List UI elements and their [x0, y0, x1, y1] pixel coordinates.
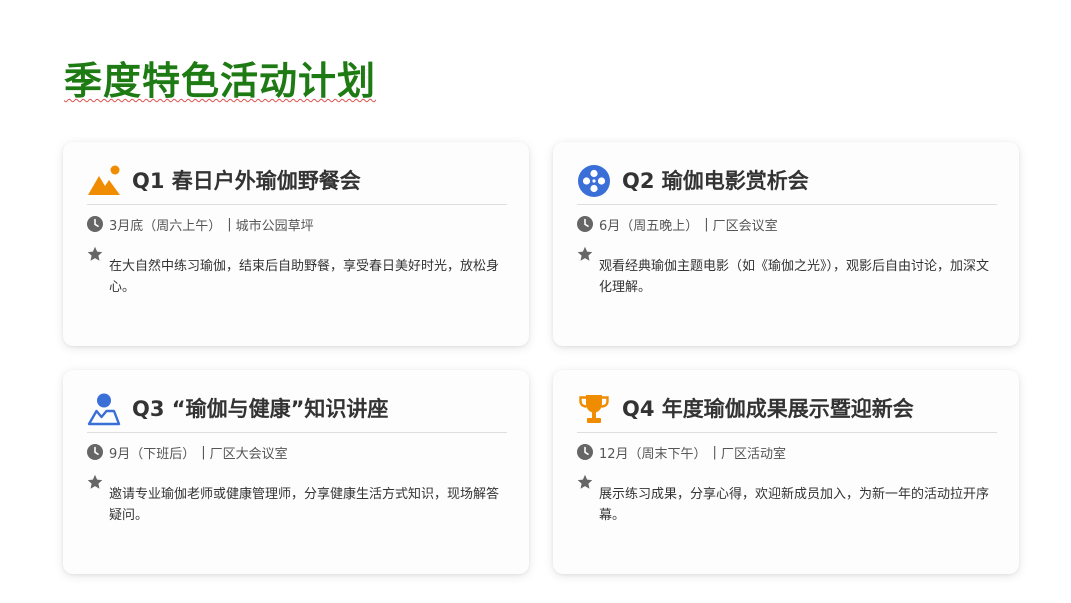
- meta-separator: |: [201, 444, 206, 460]
- film-reel-icon: [577, 164, 611, 198]
- clock-icon: [577, 444, 593, 460]
- activity-card-q2: Q2 瑜伽电影赏析会 6月（周五晚上） | 厂区会议室 观看经典瑜伽主题电影（如…: [553, 142, 1019, 346]
- card-divider: [577, 432, 997, 433]
- meta-separator: |: [704, 216, 709, 232]
- page-title: 季度特色活动计划: [64, 59, 377, 103]
- trophy-icon: [577, 392, 611, 426]
- event-location: 厂区活动室: [720, 446, 786, 462]
- card-title: Q3 “瑜伽与健康”知识讲座: [132, 397, 389, 421]
- card-title: Q1 春日户外瑜伽野餐会: [132, 169, 361, 193]
- star-icon: [87, 246, 103, 262]
- star-icon: [87, 474, 103, 490]
- event-time: 12月（周末下午）: [599, 446, 707, 462]
- meta-row: 3月底（周六上午） | 城市公园草坪: [87, 214, 314, 234]
- event-description: 观看经典瑜伽主题电影（如《瑜伽之光》），观影后自由讨论，加深文化理解。: [599, 259, 990, 295]
- event-time: 6月（周五晚上）: [599, 218, 699, 234]
- card-divider: [577, 204, 997, 205]
- clock-icon: [87, 444, 103, 460]
- activity-card-q1: Q1 春日户外瑜伽野餐会 3月底（周六上午） | 城市公园草坪 在大自然中练习瑜…: [63, 142, 529, 346]
- meta-separator: |: [712, 444, 717, 460]
- clock-icon: [577, 216, 593, 232]
- clock-icon: [87, 216, 103, 232]
- event-description: 展示练习成果，分享心得，欢迎新成员加入，为新一年的活动拉开序幕。: [599, 487, 990, 523]
- event-location: 城市公园草坪: [235, 218, 314, 234]
- event-time: 9月（下班后）: [109, 446, 196, 462]
- star-icon: [577, 246, 593, 262]
- event-time: 3月底（周六上午）: [109, 218, 222, 234]
- meta-row: 9月（下班后） | 厂区大会议室: [87, 442, 288, 462]
- person-icon: [87, 392, 121, 426]
- event-location: 厂区会议室: [712, 218, 778, 234]
- star-icon: [577, 474, 593, 490]
- event-description: 在大自然中练习瑜伽，结束后自助野餐，享受春日美好时光，放松身心。: [109, 259, 500, 295]
- mountain-sun-icon: [87, 164, 121, 198]
- card-title: Q4 年度瑜伽成果展示暨迎新会: [622, 397, 914, 421]
- event-description: 邀请专业瑜伽老师或健康管理师，分享健康生活方式知识，现场解答疑问。: [109, 487, 500, 523]
- card-divider: [87, 432, 507, 433]
- card-divider: [87, 204, 507, 205]
- meta-separator: |: [227, 216, 232, 232]
- card-title: Q2 瑜伽电影赏析会: [622, 169, 809, 193]
- activity-card-q4: Q4 年度瑜伽成果展示暨迎新会 12月（周末下午） | 厂区活动室 展示练习成果…: [553, 370, 1019, 574]
- meta-row: 12月（周末下午） | 厂区活动室: [577, 442, 786, 462]
- meta-row: 6月（周五晚上） | 厂区会议室: [577, 214, 778, 234]
- event-location: 厂区大会议室: [209, 446, 288, 462]
- activity-card-q3: Q3 “瑜伽与健康”知识讲座 9月（下班后） | 厂区大会议室 邀请专业瑜伽老师…: [63, 370, 529, 574]
